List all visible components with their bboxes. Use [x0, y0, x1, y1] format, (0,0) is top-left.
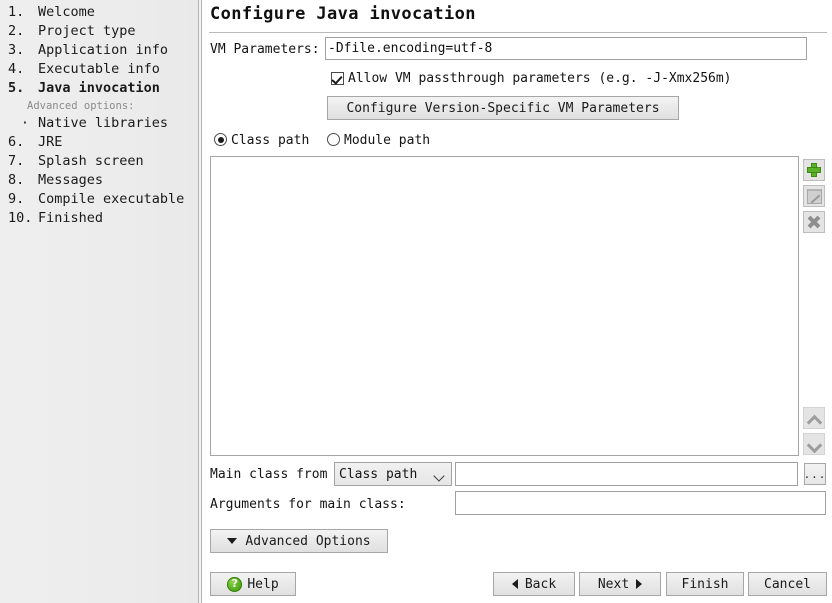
main-class-browse-button[interactable]: ...: [804, 463, 826, 485]
allow-passthrough-label: Allow VM passthrough parameters (e.g. -J…: [348, 71, 732, 86]
bullet-icon: ·: [20, 115, 30, 131]
sidebar-item-project-type[interactable]: 2. Project type: [0, 22, 198, 41]
sidebar-item-messages[interactable]: 8. Messages: [0, 171, 198, 190]
chevron-down-icon: [807, 440, 821, 449]
help-button-label: Help: [247, 576, 279, 592]
triangle-down-icon: [227, 538, 238, 544]
step-label: Compile executable: [38, 191, 185, 207]
step-label: Splash screen: [38, 153, 144, 169]
step-label: Executable info: [38, 61, 160, 77]
edit-entry-button: [803, 185, 825, 207]
main-class-input[interactable]: [455, 462, 798, 486]
chevron-down-icon: [433, 470, 445, 482]
step-label: Finished: [38, 210, 104, 226]
next-button[interactable]: Next: [579, 572, 661, 596]
step-label: Java invocation: [38, 80, 160, 96]
title-divider: [209, 32, 827, 33]
step-label: Application info: [38, 42, 169, 58]
page-title: Configure Java invocation: [210, 4, 476, 24]
step-number: 3.: [8, 42, 25, 58]
step-label: Messages: [38, 172, 104, 188]
step-label: Native libraries: [38, 115, 169, 131]
finish-button[interactable]: Finish: [666, 572, 744, 596]
advanced-options-button[interactable]: Advanced Options: [210, 529, 388, 553]
step-number: 1.: [8, 4, 25, 20]
sidebar-item-compile-executable[interactable]: 9. Compile executable: [0, 190, 198, 209]
wizard-step-sidebar: 1. Welcome 2. Project type 3. Applicatio…: [0, 0, 198, 603]
add-entry-button[interactable]: [803, 159, 825, 181]
main-class-source-value: Class path: [339, 466, 418, 482]
back-button-label: Back: [524, 576, 557, 592]
triangle-right-icon: [636, 579, 643, 589]
main-class-source-select[interactable]: Class path: [334, 462, 452, 486]
next-button-label: Next: [597, 576, 630, 592]
step-label: Welcome: [38, 4, 95, 20]
step-number: 2.: [8, 23, 25, 39]
remove-entry-button: [803, 211, 825, 233]
vm-parameters-input[interactable]: [325, 37, 807, 60]
sidebar-item-splash-screen[interactable]: 7. Splash screen: [0, 152, 198, 171]
step-number: 4.: [8, 61, 25, 77]
step-number: 10.: [8, 210, 33, 226]
sidebar-divider: [198, 0, 202, 603]
module-path-radio-label: Module path: [344, 133, 431, 148]
cancel-button[interactable]: Cancel: [748, 572, 827, 596]
sidebar-item-application-info[interactable]: 3. Application info: [0, 41, 198, 60]
sidebar-item-jre[interactable]: 6. JRE: [0, 133, 198, 152]
help-button[interactable]: Help: [210, 572, 296, 596]
step-label: Project type: [38, 23, 136, 39]
module-path-radio[interactable]: [327, 133, 340, 146]
move-down-button: [803, 433, 825, 455]
step-number: 5.: [8, 80, 25, 96]
sidebar-item-java-invocation[interactable]: 5. Java invocation: [0, 79, 198, 98]
sidebar-item-welcome[interactable]: 1. Welcome: [0, 3, 198, 22]
arguments-input[interactable]: [455, 491, 826, 515]
step-number: 9.: [8, 191, 25, 207]
arguments-label: Arguments for main class:: [210, 497, 406, 512]
allow-passthrough-checkbox[interactable]: [331, 72, 344, 85]
step-number: 7.: [8, 153, 25, 169]
plus-icon: [807, 163, 821, 177]
class-path-radio[interactable]: [214, 133, 227, 146]
main-class-from-label: Main class from: [210, 467, 328, 482]
vm-parameters-label: VM Parameters:: [210, 42, 320, 57]
class-path-list[interactable]: [210, 156, 799, 456]
back-button[interactable]: Back: [493, 572, 575, 596]
section-label: Advanced options:: [27, 100, 135, 112]
step-number: 8.: [8, 172, 25, 188]
sidebar-item-finished[interactable]: 10. Finished: [0, 209, 198, 228]
wizard-step-list: 1. Welcome 2. Project type 3. Applicatio…: [0, 3, 198, 228]
class-path-radio-label: Class path: [231, 133, 310, 148]
move-up-button: [803, 407, 825, 429]
sidebar-item-executable-info[interactable]: 4. Executable info: [0, 60, 198, 79]
main-panel: Configure Java invocation VM Parameters:…: [203, 0, 832, 603]
configure-version-specific-vm-parameters-button[interactable]: Configure Version-Specific VM Parameters: [327, 96, 679, 120]
delete-x-icon: [807, 215, 821, 229]
step-label: JRE: [38, 134, 63, 150]
sidebar-section-advanced-options: Advanced options:: [0, 98, 198, 114]
edit-note-icon: [806, 188, 822, 204]
triangle-left-icon: [511, 579, 518, 589]
advanced-options-label: Advanced Options: [245, 533, 371, 549]
sidebar-item-native-libraries[interactable]: · Native libraries: [0, 114, 198, 133]
chevron-up-icon: [807, 414, 821, 423]
help-circle-icon: [227, 576, 243, 592]
step-number: 6.: [8, 134, 25, 150]
